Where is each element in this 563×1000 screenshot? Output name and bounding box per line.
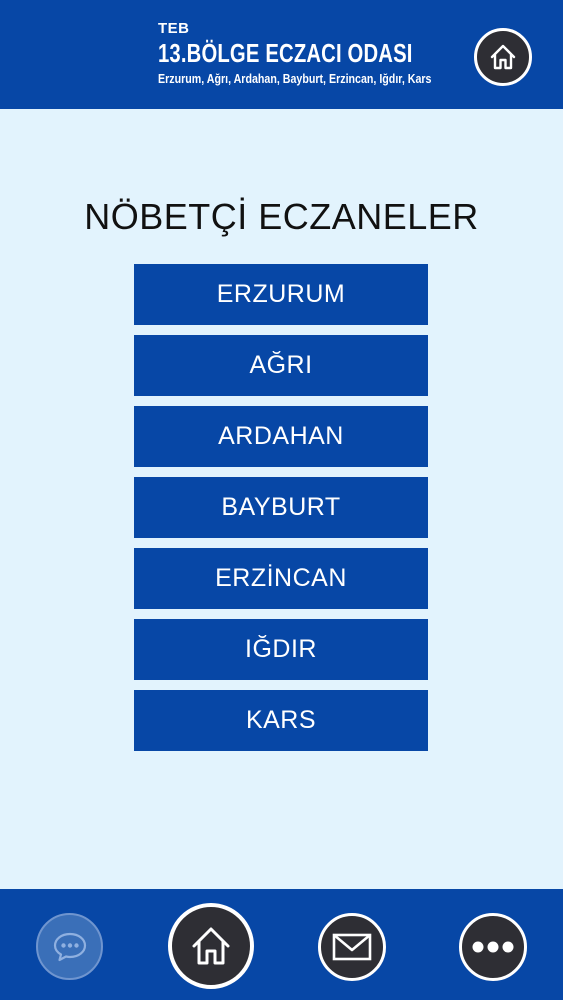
home-icon bbox=[192, 927, 230, 965]
nav-home-button[interactable] bbox=[168, 903, 254, 989]
city-button-erzincan[interactable]: ERZİNCAN bbox=[134, 548, 428, 609]
city-button-kars[interactable]: KARS bbox=[134, 690, 428, 751]
mail-icon bbox=[332, 933, 372, 961]
city-label: ERZİNCAN bbox=[215, 564, 347, 592]
org-abbreviation: TEB bbox=[158, 20, 190, 37]
city-list: ERZURUM AĞRI ARDAHAN BAYBURT ERZİNCAN IĞ… bbox=[134, 264, 428, 761]
more-button[interactable] bbox=[459, 913, 527, 981]
header-home-button[interactable] bbox=[474, 28, 532, 86]
city-button-ardahan[interactable]: ARDAHAN bbox=[134, 406, 428, 467]
more-icon bbox=[472, 941, 514, 953]
city-button-agri[interactable]: AĞRI bbox=[134, 335, 428, 396]
city-label: AĞRI bbox=[249, 351, 313, 379]
chat-button[interactable] bbox=[36, 913, 103, 980]
org-title: 13.BÖLGE ECZACI ODASI bbox=[158, 38, 413, 68]
org-subtitle: Erzurum, Ağrı, Ardahan, Bayburt, Erzinca… bbox=[158, 71, 432, 86]
city-label: KARS bbox=[245, 706, 317, 734]
city-button-igdir[interactable]: IĞDIR bbox=[134, 619, 428, 680]
city-label: ARDAHAN bbox=[218, 422, 344, 450]
city-label: ERZURUM bbox=[216, 280, 346, 308]
chat-icon bbox=[53, 932, 86, 961]
city-button-bayburt[interactable]: BAYBURT bbox=[134, 477, 428, 538]
city-label: IĞDIR bbox=[245, 635, 317, 663]
app-header: TEB 13.BÖLGE ECZACI ODASI Erzurum, Ağrı,… bbox=[0, 0, 563, 109]
mail-button[interactable] bbox=[318, 913, 386, 981]
city-label: BAYBURT bbox=[221, 493, 341, 521]
home-icon bbox=[490, 44, 516, 70]
city-button-erzurum[interactable]: ERZURUM bbox=[134, 264, 428, 325]
page-title: NÖBETÇİ ECZANELER bbox=[84, 196, 479, 237]
